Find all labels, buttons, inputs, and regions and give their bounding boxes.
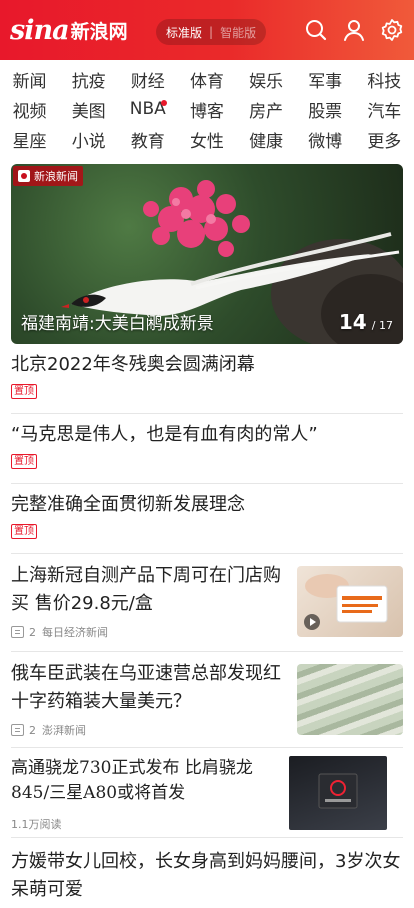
channel-stocks[interactable]: 股票 xyxy=(296,97,355,122)
list-item[interactable]: 方媛带女儿回校，长女身高到妈妈腰间，3岁次女呆萌可爱 xyxy=(11,838,403,908)
comment-count: 2 xyxy=(29,625,36,639)
article-title: 北京2022年冬残奥会圆满闭幕 xyxy=(11,354,255,375)
channel-auto[interactable]: 汽车 xyxy=(355,97,414,122)
new-dot-indicator xyxy=(161,100,168,106)
channel-nav-row: 新闻 抗疫 财经 体育 娱乐 军事 科技 xyxy=(0,64,414,94)
article-thumbnail xyxy=(297,664,403,735)
edition-switch: 标准版 | 智能版 xyxy=(156,19,267,45)
article-title: 上海新冠自测产品下周可在门店购买 售价29.8元/盒 xyxy=(11,565,281,614)
search-icon[interactable] xyxy=(304,18,328,42)
list-item[interactable]: 上海新冠自测产品下周可在门店购买 售价29.8元/盒 2 每日经济新闻 xyxy=(11,554,403,652)
edition-separator: | xyxy=(209,25,214,39)
channel-pictures[interactable]: 美图 xyxy=(59,97,118,122)
list-item[interactable]: 北京2022年冬残奥会圆满闭幕 置顶 xyxy=(11,344,403,414)
pinned-tag: 置顶 xyxy=(11,454,37,469)
channel-more[interactable]: 更多 xyxy=(355,127,414,152)
hero-current-index: 14 xyxy=(338,310,367,334)
top-header: sina 新浪网 标准版 | 智能版 xyxy=(0,0,414,60)
comment-icon xyxy=(11,626,24,638)
pinned-tag: 置顶 xyxy=(11,524,37,539)
comment-icon xyxy=(11,724,24,736)
hero-title[interactable]: 福建南靖:大美白鹇成新景 xyxy=(21,309,214,334)
hero-badge-label: 新浪新闻 xyxy=(34,170,78,183)
channel-women[interactable]: 女性 xyxy=(177,127,236,152)
article-thumbnail xyxy=(297,566,403,637)
news-feed: 北京2022年冬残奥会圆满闭幕 置顶 “马克思是伟人，也是有血有肉的常人” 置顶… xyxy=(11,344,403,908)
channel-nav: 新闻 抗疫 财经 体育 娱乐 军事 科技 视频 美图 NBA 博客 房产 股票 … xyxy=(0,64,414,154)
sina-news-icon xyxy=(18,170,30,182)
edition-standard[interactable]: 标准版 xyxy=(166,24,202,41)
channel-entertainment[interactable]: 娱乐 xyxy=(237,67,296,92)
edition-smart[interactable]: 智能版 xyxy=(220,24,256,41)
channel-blog[interactable]: 博客 xyxy=(177,97,236,122)
sina-logo[interactable]: sina 新浪网 xyxy=(10,13,128,47)
channel-covid[interactable]: 抗疫 xyxy=(59,67,118,92)
channel-military[interactable]: 军事 xyxy=(296,67,355,92)
hero-page-counter: 14 / 17 xyxy=(339,310,393,334)
list-item[interactable]: 完整准确全面贯彻新发展理念 置顶 xyxy=(11,484,403,554)
article-source: 澎湃新闻 xyxy=(42,724,86,737)
channel-nba[interactable]: NBA xyxy=(118,99,177,119)
hero-total-count: / 17 xyxy=(371,319,393,332)
list-item[interactable]: 高通骁龙730正式发布 比肩骁龙845/三星A80或将首发 1.1万阅读 xyxy=(11,748,403,838)
list-item[interactable]: 俄车臣武装在乌亚速营总部发现红十字药箱装大量美元？ 2 澎湃新闻 xyxy=(11,652,403,748)
list-item[interactable]: “马克思是伟人，也是有血有肉的常人” 置顶 xyxy=(11,414,403,484)
channel-news[interactable]: 新闻 xyxy=(0,67,59,92)
channel-health[interactable]: 健康 xyxy=(237,127,296,152)
hero-carousel[interactable]: 新浪新闻 福建南靖:大美白鹇成新景 14 / 17 xyxy=(11,164,403,344)
logo-sina-text: sina xyxy=(10,14,70,46)
channel-video[interactable]: 视频 xyxy=(0,97,59,122)
settings-icon[interactable] xyxy=(380,18,404,42)
channel-tech[interactable]: 科技 xyxy=(355,67,414,92)
hero-source-badge: 新浪新闻 xyxy=(13,166,83,186)
user-icon[interactable] xyxy=(342,18,366,42)
channel-nav-row: 星座 小说 教育 女性 健康 微博 更多 xyxy=(0,124,414,154)
article-title: 俄车臣武装在乌亚速营总部发现红十字药箱装大量美元？ xyxy=(11,663,281,712)
logo-cn-text: 新浪网 xyxy=(70,20,128,43)
channel-nav-row: 视频 美图 NBA 博客 房产 股票 汽车 xyxy=(0,94,414,124)
channel-education[interactable]: 教育 xyxy=(118,127,177,152)
channel-finance[interactable]: 财经 xyxy=(118,67,177,92)
channel-weibo[interactable]: 微博 xyxy=(296,127,355,152)
article-source: 每日经济新闻 xyxy=(42,626,108,639)
channel-house[interactable]: 房产 xyxy=(237,97,296,122)
comment-count: 2 xyxy=(29,723,36,737)
article-thumbnail xyxy=(289,756,387,830)
channel-sports[interactable]: 体育 xyxy=(177,67,236,92)
article-title: “马克思是伟人，也是有血有肉的常人” xyxy=(11,424,318,445)
pinned-tag: 置顶 xyxy=(11,384,37,399)
article-title: 高通骁龙730正式发布 比肩骁龙845/三星A80或将首发 xyxy=(11,758,253,803)
channel-astrology[interactable]: 星座 xyxy=(0,127,59,152)
read-count: 1.1万阅读 xyxy=(11,818,62,831)
article-title: 完整准确全面贯彻新发展理念 xyxy=(11,494,245,515)
channel-novel[interactable]: 小说 xyxy=(59,127,118,152)
